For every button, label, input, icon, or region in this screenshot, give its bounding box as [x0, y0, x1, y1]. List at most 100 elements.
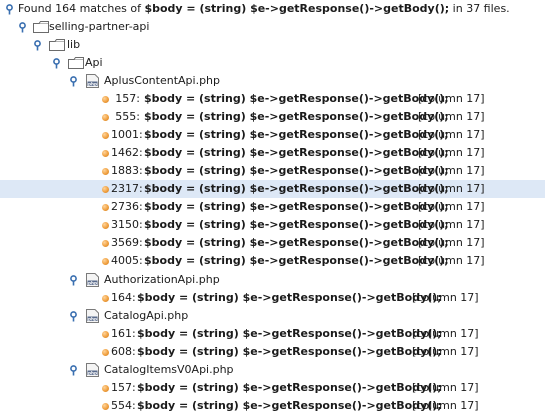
match-column: [column 17] [412, 381, 479, 394]
tree-node-file[interactable]: php AplusContentApi.php [0, 72, 545, 90]
match-row[interactable]: 554: $body = (string) $e->getResponse()-… [0, 397, 545, 415]
svg-text:php: php [88, 81, 97, 86]
match-code: $body = (string) $e->getResponse()->getB… [144, 218, 449, 231]
tree-node-file[interactable]: php CatalogApi.php [0, 307, 545, 325]
search-summary: Found 164 matches of $body = (string) $e… [18, 0, 510, 18]
match-column: [column 17] [418, 110, 485, 123]
match-line-number: 2736: [111, 200, 143, 213]
match-row[interactable]: 1001: $body = (string) $e->getResponse()… [0, 126, 545, 144]
match-row[interactable]: 157: $body = (string) $e->getResponse()-… [0, 90, 545, 108]
match-bullet-icon [102, 204, 109, 211]
expanded-toggle-icon[interactable] [69, 72, 79, 90]
match-bullet-icon [102, 96, 109, 103]
match-bullet-icon [102, 186, 109, 193]
match-code: $body = (string) $e->getResponse()->getB… [144, 182, 449, 195]
file-label: AplusContentApi.php [104, 74, 221, 87]
match-line-number: 157: [111, 381, 136, 394]
tree-node-file[interactable]: php CatalogItemsV0Api.php [0, 361, 545, 379]
match-code: $body = (string) $e->getResponse()->getB… [137, 399, 442, 412]
match-column: [column 17] [418, 92, 485, 105]
match-bullet-icon [102, 349, 109, 356]
match-code: $body = (string) $e->getResponse()->getB… [144, 236, 449, 249]
expanded-toggle-icon[interactable] [69, 361, 79, 379]
match-column: [column 17] [412, 345, 479, 358]
match-code: $body = (string) $e->getResponse()->getB… [144, 200, 449, 213]
folder-label: selling-partner-api [49, 20, 150, 33]
expanded-toggle-icon[interactable] [69, 307, 79, 325]
match-bullet-icon [102, 258, 109, 265]
match-line-number: 554: [111, 399, 136, 412]
tree-node-root-folder[interactable]: selling-partner-api [0, 18, 545, 36]
match-bullet-icon [102, 331, 109, 338]
match-column: [column 17] [418, 182, 485, 195]
expanded-toggle-icon[interactable] [69, 271, 79, 289]
match-bullet-icon [102, 295, 109, 302]
match-row[interactable]: 2736: $body = (string) $e->getResponse()… [0, 198, 545, 216]
match-code: $body = (string) $e->getResponse()->getB… [144, 92, 449, 105]
match-row[interactable]: 161: $body = (string) $e->getResponse()-… [0, 325, 545, 343]
php-file-icon: php [86, 361, 99, 379]
match-bullet-icon [102, 114, 109, 121]
match-column: [column 17] [412, 399, 479, 412]
php-file-icon: php [86, 271, 99, 289]
expanded-toggle-icon[interactable] [33, 36, 43, 54]
folder-icon [68, 54, 84, 72]
match-line-number: 555: [115, 110, 140, 123]
match-row[interactable]: 1883: $body = (string) $e->getResponse()… [0, 162, 545, 180]
match-line-number: 3150: [111, 218, 143, 231]
file-label: CatalogItemsV0Api.php [104, 363, 234, 376]
match-row[interactable]: 164: $body = (string) $e->getResponse()-… [0, 289, 545, 307]
match-row[interactable]: 3150: $body = (string) $e->getResponse()… [0, 216, 545, 234]
match-row-selected[interactable]: 2317: $body = (string) $e->getResponse()… [0, 180, 545, 198]
match-line-number: 164: [111, 291, 136, 304]
match-row[interactable]: 555: $body = (string) $e->getResponse()-… [0, 108, 545, 126]
svg-text:php: php [88, 280, 97, 285]
folder-icon [33, 18, 49, 36]
match-line-number: 608: [111, 345, 136, 358]
match-line-number: 2317: [111, 182, 143, 195]
tree-node-lib-folder[interactable]: lib [0, 36, 545, 54]
folder-label: lib [67, 38, 81, 51]
match-line-number: 1001: [111, 128, 143, 141]
match-line-number: 161: [111, 327, 136, 340]
match-row[interactable]: 3569: $body = (string) $e->getResponse()… [0, 234, 545, 252]
match-bullet-icon [102, 150, 109, 157]
match-code: $body = (string) $e->getResponse()->getB… [144, 254, 449, 267]
file-label: CatalogApi.php [104, 309, 189, 322]
match-row[interactable]: 157: $body = (string) $e->getResponse()-… [0, 379, 545, 397]
match-code: $body = (string) $e->getResponse()->getB… [144, 110, 449, 123]
php-file-icon: php [86, 307, 99, 325]
match-column: [column 17] [418, 164, 485, 177]
match-row[interactable]: 1462: $body = (string) $e->getResponse()… [0, 144, 545, 162]
match-line-number: 3569: [111, 236, 143, 249]
match-code: $body = (string) $e->getResponse()->getB… [137, 327, 442, 340]
summary-prefix: Found 164 matches of [18, 2, 145, 15]
match-bullet-icon [102, 240, 109, 247]
match-code: $body = (string) $e->getResponse()->getB… [144, 146, 449, 159]
expanded-toggle-icon[interactable] [18, 18, 28, 36]
folder-label: Api [85, 56, 103, 69]
tree-node-api-folder[interactable]: Api [0, 54, 545, 72]
match-code: $body = (string) $e->getResponse()->getB… [137, 345, 442, 358]
match-bullet-icon [102, 222, 109, 229]
search-summary-row[interactable]: Found 164 matches of $body = (string) $e… [0, 0, 545, 18]
match-line-number: 1462: [111, 146, 143, 159]
match-column: [column 17] [412, 327, 479, 340]
match-column: [column 17] [418, 146, 485, 159]
expanded-toggle-icon[interactable] [5, 0, 15, 18]
match-column: [column 17] [418, 200, 485, 213]
match-bullet-icon [102, 132, 109, 139]
match-code: $body = (string) $e->getResponse()->getB… [144, 164, 449, 177]
svg-text:php: php [88, 370, 97, 375]
expanded-toggle-icon[interactable] [52, 54, 62, 72]
match-row[interactable]: 608: $body = (string) $e->getResponse()-… [0, 343, 545, 361]
match-column: [column 17] [418, 128, 485, 141]
match-bullet-icon [102, 385, 109, 392]
match-bullet-icon [102, 403, 109, 410]
file-label: AuthorizationApi.php [104, 273, 220, 286]
match-row[interactable]: 4005: $body = (string) $e->getResponse()… [0, 252, 545, 270]
match-column: [column 17] [418, 254, 485, 267]
tree-node-file[interactable]: php AuthorizationApi.php [0, 271, 545, 289]
php-file-icon: php [86, 72, 99, 90]
match-bullet-icon [102, 168, 109, 175]
